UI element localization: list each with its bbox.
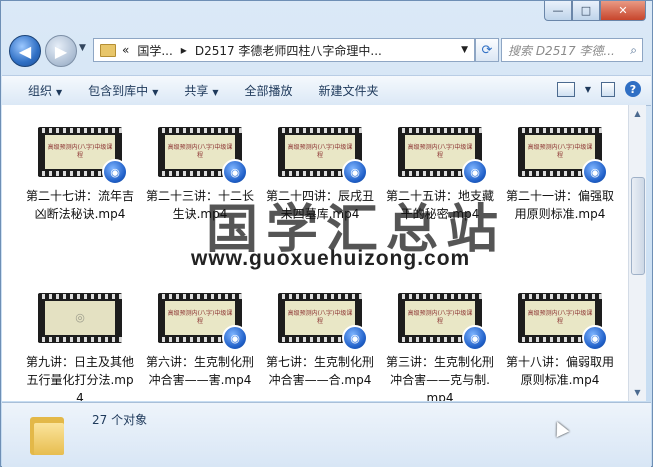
search-input[interactable]: 搜索 D2517 李德... — [508, 42, 615, 59]
share-menu[interactable]: 共享 ▼ — [184, 82, 218, 99]
video-thumbnail: 高级预测内(八字)中级课程 ◉ — [158, 127, 248, 185]
minimize-button[interactable]: — — [544, 1, 572, 21]
video-thumbnail: 高级预测内(八字)中级课程 ◉ — [158, 293, 248, 351]
file-name: 第二十一讲：偏强取用原则标准.mp4 — [506, 189, 615, 221]
file-item[interactable]: ◎ 第九讲：日主及其他五行量化打分法.mp4 — [26, 293, 134, 401]
file-name: 第二十七讲：流年吉凶断法秘诀.mp4 — [26, 189, 135, 221]
chevron-down-icon: ▼ — [56, 88, 63, 97]
scroll-up-icon[interactable]: ▲ — [629, 105, 646, 122]
media-player-icon: ◉ — [582, 159, 608, 185]
include-library-menu[interactable]: 包含到库中 ▼ — [88, 82, 158, 99]
video-thumbnail: 高级预测内(八字)中级课程 ◉ — [278, 127, 368, 185]
chevron-down-icon: ▼ — [212, 88, 219, 97]
file-name: 第三讲：生克制化刑冲合害——克与制.mp4 — [386, 355, 495, 401]
window-controls: — □ ✕ — [544, 1, 646, 21]
media-player-icon: ◉ — [222, 325, 248, 351]
watermark-url: www.guoxuehuizong.com — [191, 247, 471, 270]
chevron-down-icon[interactable]: ▼ — [585, 85, 591, 94]
address-bar[interactable]: « 国学... ▸ D2517 李德老师四柱八字命理中... ▼ — [93, 38, 475, 62]
video-thumbnail: 高级预测内(八字)中级课程 ◉ — [398, 127, 488, 185]
history-dropdown-icon[interactable]: ▼ — [79, 43, 86, 53]
explorer-window: — □ ✕ ◀ ▶ ▼ « 国学... ▸ D2517 李德老师四柱八字命理中.… — [0, 0, 653, 467]
scroll-down-icon[interactable]: ▼ — [629, 384, 646, 401]
thumbnail-frame: ◎ — [45, 301, 115, 335]
breadcrumb-item-guoxue[interactable]: 国学... — [137, 42, 172, 59]
close-button[interactable]: ✕ — [600, 1, 646, 21]
command-bar: 组织 ▼ 包含到库中 ▼ 共享 ▼ 全部播放 新建文件夹 ▼ ? — [2, 75, 651, 106]
video-thumbnail: ◎ — [38, 293, 122, 343]
back-button[interactable]: ◀ — [9, 35, 41, 67]
play-all-button[interactable]: 全部播放 — [245, 82, 293, 99]
media-player-icon: ◉ — [102, 159, 128, 185]
breadcrumb-item-current[interactable]: D2517 李德老师四柱八字命理中... — [195, 42, 382, 59]
toolbar-right: ▼ ? — [556, 81, 641, 97]
file-item[interactable]: 高级预测内(八字)中级课程 ◉ 第三讲：生克制化刑冲合害——克与制.mp4 — [386, 293, 494, 401]
new-folder-button[interactable]: 新建文件夹 — [319, 82, 379, 99]
folder-icon — [30, 411, 64, 455]
include-library-label: 包含到库中 — [88, 84, 149, 98]
help-icon[interactable]: ? — [625, 81, 641, 97]
file-name: 第十八讲：偏弱取用原则标准.mp4 — [506, 355, 615, 387]
preview-pane-icon[interactable] — [601, 81, 615, 97]
file-item[interactable]: 高级预测内(八字)中级课程 ◉ 第七讲：生克制化刑冲合害——合.mp4 — [266, 293, 374, 389]
video-thumbnail: 高级预测内(八字)中级课程 ◉ — [518, 293, 608, 351]
maximize-button[interactable]: □ — [572, 1, 600, 21]
file-item[interactable]: 高级预测内(八字)中级课程 ◉ 第六讲：生克制化刑冲合害——害.mp4 — [146, 293, 254, 389]
media-player-icon: ◉ — [462, 159, 488, 185]
play-all-label: 全部播放 — [244, 84, 293, 98]
new-folder-label: 新建文件夹 — [318, 84, 379, 98]
file-item[interactable]: 高级预测内(八字)中级课程 ◉ 第二十七讲：流年吉凶断法秘诀.mp4 — [26, 127, 134, 223]
search-icon[interactable]: ⌕ — [630, 43, 637, 58]
chevron-down-icon: ▼ — [152, 88, 159, 97]
video-thumbnail: 高级预测内(八字)中级课程 ◉ — [398, 293, 488, 351]
navigation-bar: ◀ ▶ ▼ « 国学... ▸ D2517 李德老师四柱八字命理中... ▼ ⟳… — [9, 35, 643, 67]
breadcrumb-separator-icon[interactable]: ▸ — [181, 43, 187, 57]
video-thumbnail: 高级预测内(八字)中级课程 ◉ — [518, 127, 608, 185]
search-box[interactable]: 搜索 D2517 李德... ⌕ — [501, 38, 643, 62]
view-options-icon[interactable] — [556, 81, 575, 97]
vertical-scrollbar[interactable]: ▲ ▼ — [628, 105, 646, 401]
share-label: 共享 — [184, 84, 209, 98]
media-player-icon: ◉ — [342, 325, 368, 351]
video-thumbnail: 高级预测内(八字)中级课程 ◉ — [278, 293, 368, 351]
file-name: 第七讲：生克制化刑冲合害——合.mp4 — [266, 355, 375, 387]
address-dropdown-icon[interactable]: ▼ — [461, 45, 468, 55]
video-thumbnail: 高级预测内(八字)中级课程 ◉ — [38, 127, 128, 185]
scrollbar-thumb[interactable] — [631, 177, 645, 275]
organize-label: 组织 — [28, 84, 53, 98]
media-player-icon: ◉ — [222, 159, 248, 185]
media-player-icon: ◉ — [582, 325, 608, 351]
breadcrumb-chevron[interactable]: « — [122, 43, 129, 57]
organize-menu[interactable]: 组织 ▼ — [28, 82, 62, 99]
file-name: 第六讲：生克制化刑冲合害——害.mp4 — [146, 355, 255, 387]
refresh-button[interactable]: ⟳ — [475, 38, 499, 62]
file-item[interactable]: 高级预测内(八字)中级课程 ◉ 第十八讲：偏弱取用原则标准.mp4 — [506, 293, 614, 389]
folder-icon — [100, 43, 116, 57]
file-item[interactable]: 高级预测内(八字)中级课程 ◉ 第二十一讲：偏强取用原则标准.mp4 — [506, 127, 614, 223]
item-count: 27 个对象 — [92, 413, 148, 427]
file-name: 第九讲：日主及其他五行量化打分法.mp4 — [26, 355, 135, 401]
media-player-icon: ◉ — [462, 325, 488, 351]
media-player-icon: ◉ — [342, 159, 368, 185]
details-pane: 27 个对象 — [2, 402, 651, 467]
forward-button[interactable]: ▶ — [45, 35, 77, 67]
